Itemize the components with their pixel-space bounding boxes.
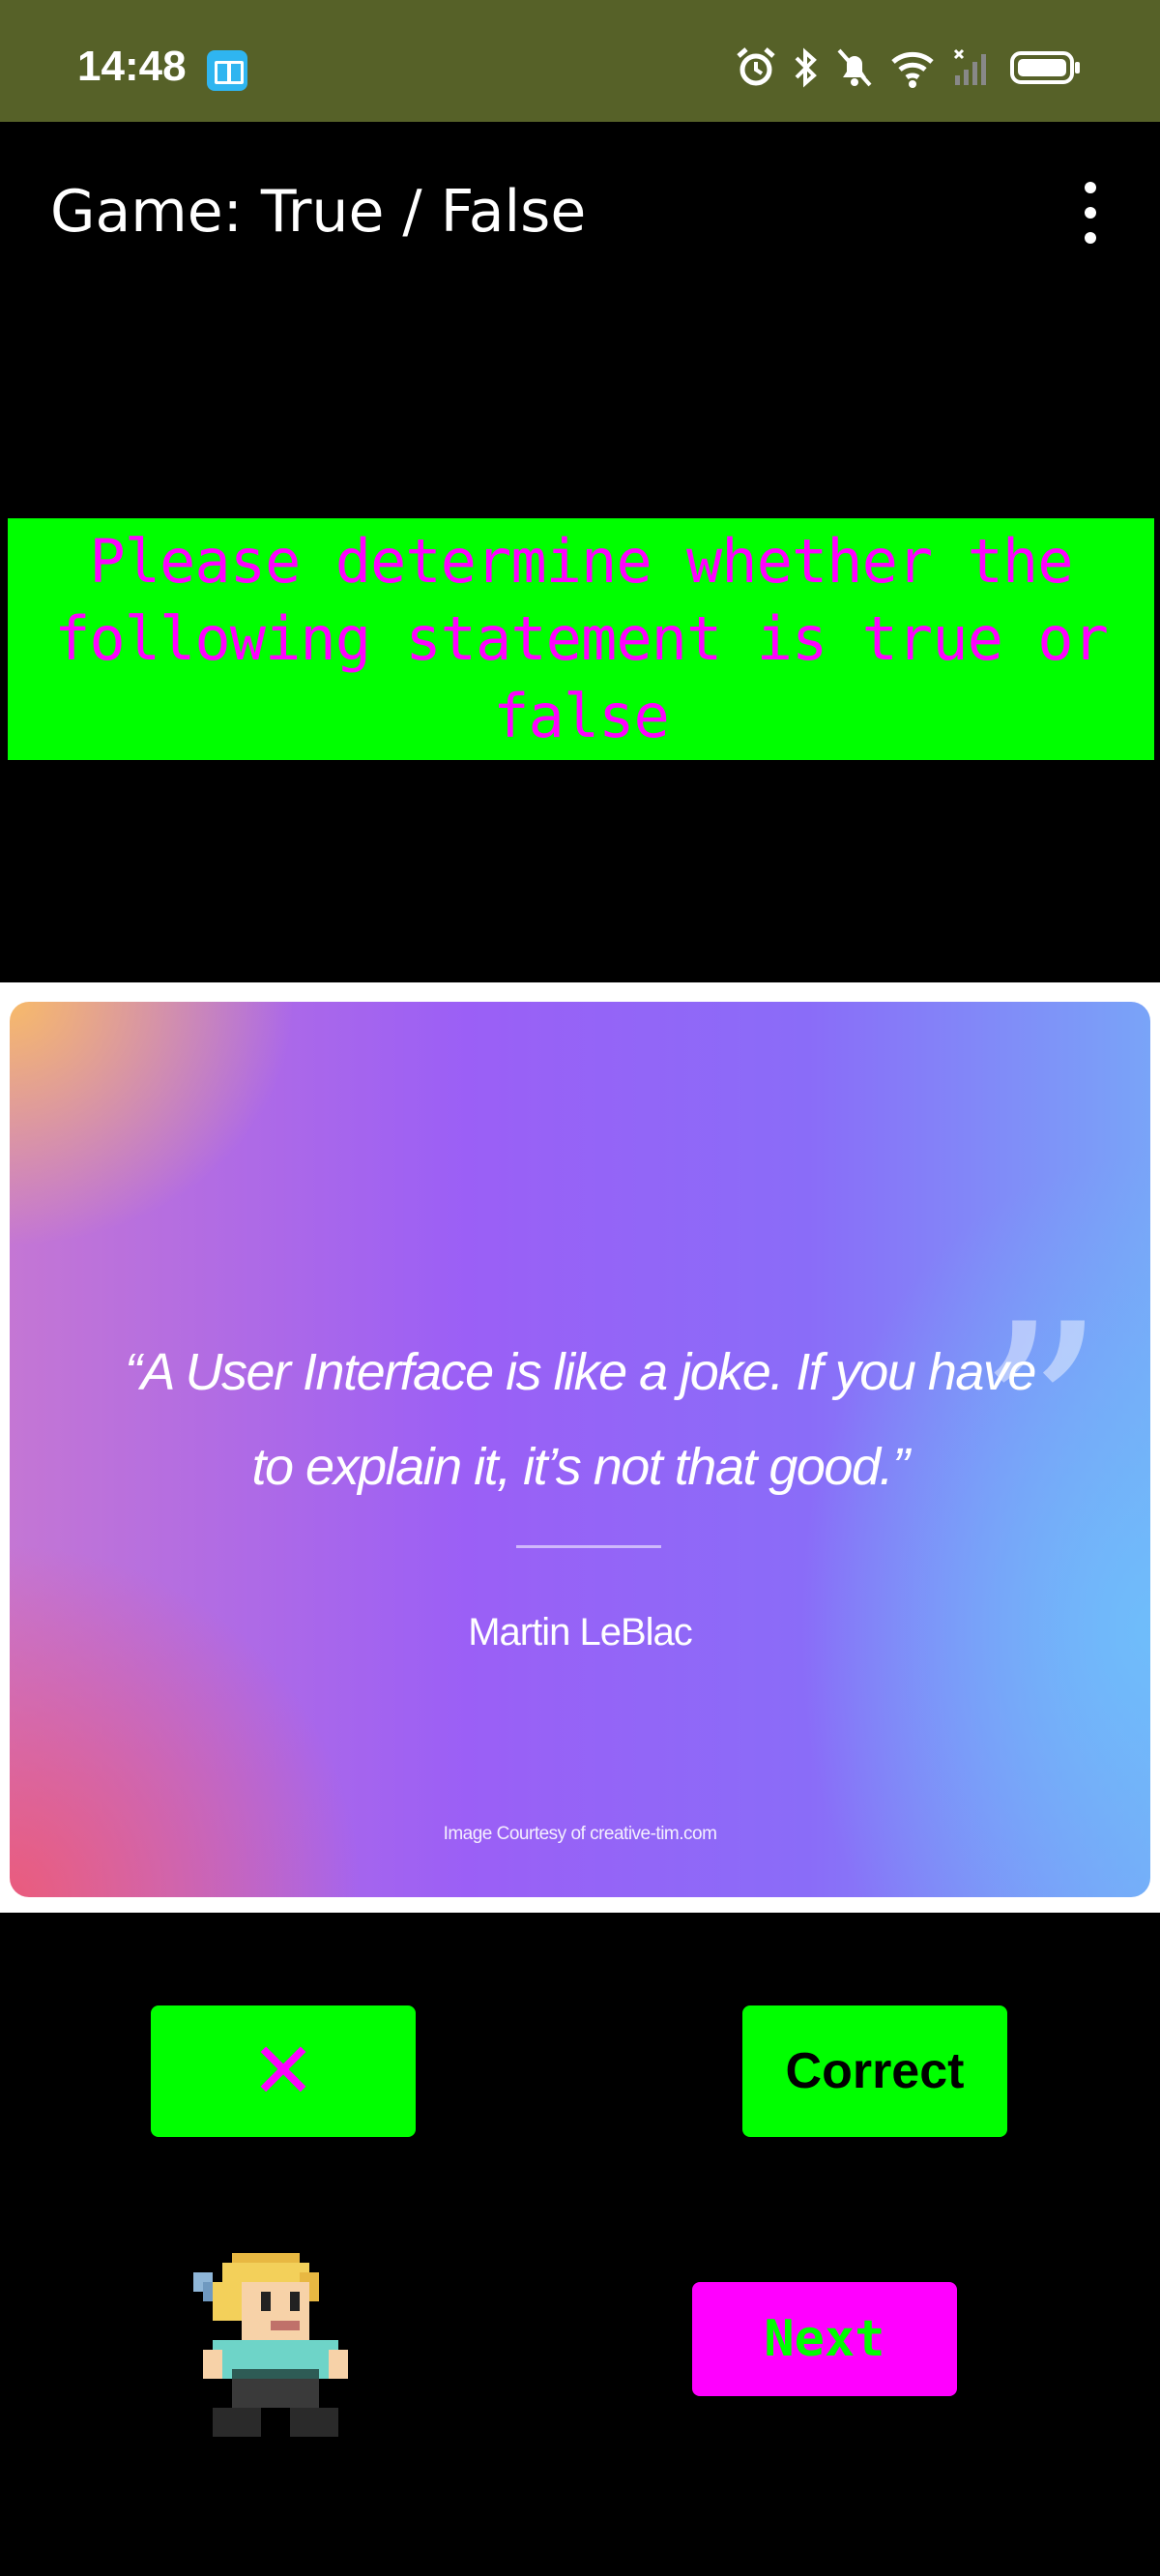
page-title: Game: True / False xyxy=(50,178,587,246)
quote-line-1: “A User Interface is like a joke. If you… xyxy=(125,1343,1036,1401)
next-button[interactable]: Next xyxy=(692,2282,957,2396)
status-icons xyxy=(735,43,1083,93)
mute-icon xyxy=(837,48,872,87)
quote-divider xyxy=(516,1545,661,1548)
instruction-line-2: following statement is true or false xyxy=(54,603,1109,751)
instruction-text: Please determine whether the following s… xyxy=(8,523,1154,755)
false-button[interactable]: ✕ xyxy=(151,2005,416,2137)
instruction-banner: Please determine whether the following s… xyxy=(8,518,1154,760)
bluetooth-icon xyxy=(795,47,817,88)
quote-author: Martin LeBlac xyxy=(468,1611,693,1654)
status-bar: 14:48 xyxy=(0,0,1160,122)
statement-quote-card: ” “A User Interface is like a joke. If y… xyxy=(10,1002,1150,1897)
wifi-icon xyxy=(891,51,934,88)
book-icon xyxy=(207,50,247,91)
next-button-label: Next xyxy=(764,2310,885,2368)
signal-icon xyxy=(953,48,986,85)
quote-text: “A User Interface is like a joke. If you… xyxy=(87,1325,1073,1514)
pixel-character-avatar xyxy=(193,2253,348,2437)
correct-button-label: Correct xyxy=(785,2043,965,2099)
alarm-icon xyxy=(737,47,775,86)
statement-image-frame: ” “A User Interface is like a joke. If y… xyxy=(0,982,1160,1913)
instruction-line-1: Please determine whether the xyxy=(89,526,1073,597)
correct-button[interactable]: Correct xyxy=(742,2005,1007,2137)
image-credit: Image Courtesy of creative-tim.com xyxy=(443,1824,717,1844)
app-bar: Game: True / False xyxy=(0,122,1160,296)
status-time: 14:48 xyxy=(77,43,187,90)
close-icon: ✕ xyxy=(250,2026,316,2116)
more-vert-icon[interactable] xyxy=(1071,182,1110,244)
battery-icon xyxy=(1010,51,1080,84)
quote-line-2: to explain it, it’s not that good.” xyxy=(251,1438,910,1496)
